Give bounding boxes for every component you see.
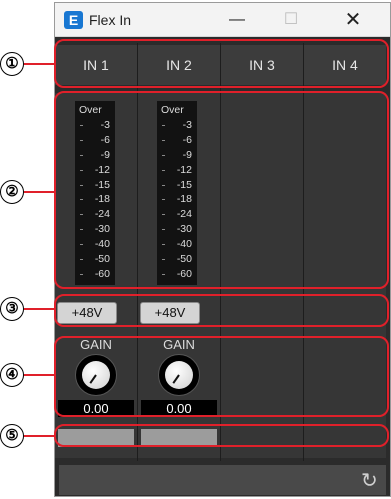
callout-4: ④ (0, 363, 24, 387)
callout-line-5 (24, 435, 54, 437)
callout-line-4 (24, 374, 54, 376)
highlight-region-4 (54, 336, 389, 417)
highlight-region-2 (54, 91, 389, 289)
callout-2: ② (0, 180, 24, 204)
highlight-region-5 (54, 424, 389, 447)
callout-line-2 (24, 191, 54, 193)
app-logo-icon: E (64, 11, 83, 29)
callout-3: ③ (0, 297, 24, 321)
title-bar[interactable]: E Flex In — ☐ ✕ (55, 3, 390, 37)
window-title: Flex In (89, 12, 132, 28)
callout-1: ① (0, 52, 24, 76)
highlight-region-3 (54, 294, 389, 327)
refresh-icon[interactable]: ↻ (361, 468, 378, 493)
minimize-button[interactable]: — (215, 5, 259, 35)
footer-bar: ↻ (59, 465, 386, 495)
callout-line-1 (24, 63, 54, 65)
callout-line-3 (24, 308, 54, 310)
close-button[interactable]: ✕ (331, 5, 375, 35)
callout-5: ⑤ (0, 424, 24, 448)
maximize-button[interactable]: ☐ (269, 5, 313, 35)
highlight-region-1 (54, 39, 389, 88)
